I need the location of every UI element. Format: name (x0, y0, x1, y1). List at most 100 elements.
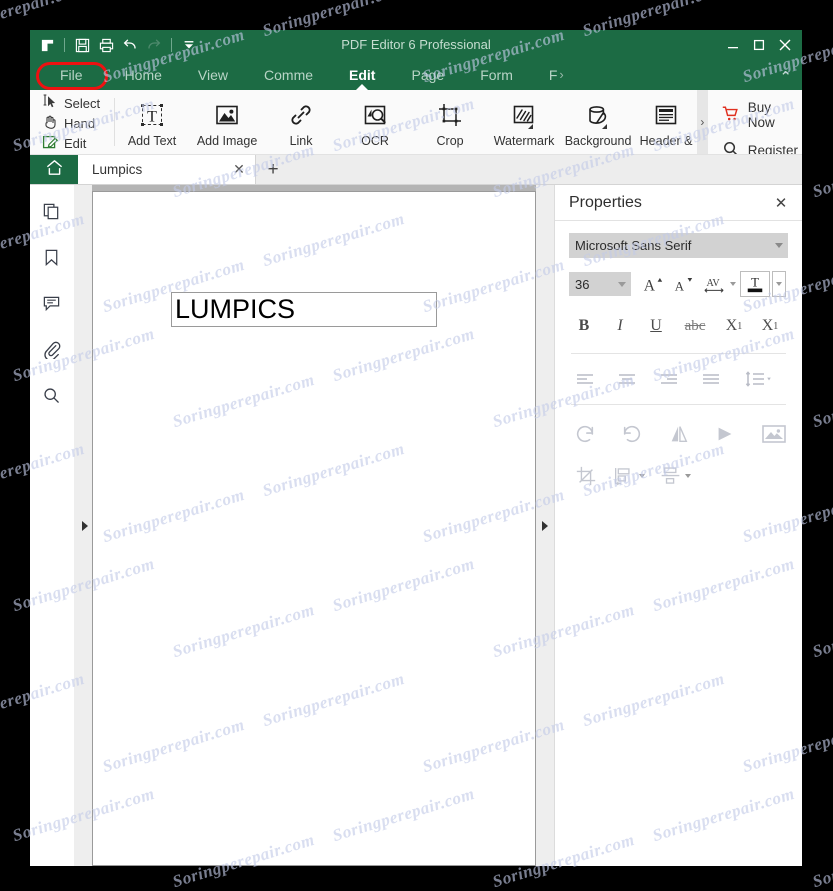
redo-icon[interactable] (143, 34, 165, 56)
ribbon-group-purchase: Buy Now Register (708, 90, 802, 154)
pdf-page[interactable]: LUMPICS (92, 191, 536, 866)
buy-now-button[interactable]: Buy Now (718, 98, 802, 132)
text-style-row: B I U abc X1 X1 (569, 313, 788, 339)
ribbon-tab-home[interactable]: Home (107, 60, 180, 90)
ribbon-button-header-footer[interactable]: Header & (635, 96, 697, 148)
font-size-select[interactable]: 36 (569, 272, 631, 296)
app-menu-icon[interactable] (36, 34, 58, 56)
document-tab-strip: Lumpics ✕ + (30, 155, 802, 185)
transform-row-1 (569, 421, 788, 447)
font-family-caret-icon[interactable] (775, 243, 783, 248)
properties-panel-header: Properties ✕ (555, 185, 802, 221)
search-icon[interactable] (36, 379, 68, 411)
ribbon-button-add-image[interactable]: Add Image (190, 96, 264, 148)
ribbon-button-watermark[interactable]: Watermark (487, 96, 561, 148)
tool-edit[interactable]: Edit (38, 134, 114, 153)
thumbnails-icon[interactable] (36, 195, 68, 227)
ribbon-tab-page[interactable]: Page (393, 60, 462, 90)
increase-font-size-icon[interactable]: A (639, 271, 667, 297)
subscript-marker: 1 (773, 320, 779, 332)
flip-vertical-button[interactable] (666, 421, 691, 447)
minimize-button[interactable] (720, 32, 746, 58)
properties-panel: Properties ✕ Microsoft Sans Serif 36 A A… (554, 185, 802, 866)
save-icon[interactable] (71, 34, 93, 56)
print-icon[interactable] (95, 34, 117, 56)
ribbon-overflow-icon[interactable]: › (697, 90, 708, 154)
ribbon-button-add-text[interactable]: T Add Text (115, 96, 189, 148)
text-object-content: LUMPICS (175, 294, 296, 324)
align-left-button[interactable] (573, 368, 597, 390)
rotate-right-button[interactable] (620, 421, 645, 447)
font-family-select[interactable]: Microsoft Sans Serif (569, 233, 788, 258)
background-dropdown-caret[interactable] (597, 124, 608, 129)
crop-image-button[interactable] (573, 463, 599, 489)
tool-select[interactable]: Select (38, 94, 114, 113)
line-spacing-button[interactable] (741, 368, 775, 390)
close-button[interactable] (772, 32, 798, 58)
home-tab-button[interactable] (30, 155, 78, 184)
ribbon-tab-form[interactable]: Form (462, 60, 531, 90)
undo-icon[interactable] (119, 34, 141, 56)
font-color-dropdown-caret[interactable] (772, 271, 786, 297)
ribbon-tab-comment[interactable]: Comme (246, 60, 331, 90)
properties-panel-close-icon[interactable]: ✕ (770, 192, 792, 214)
strikethrough-button[interactable]: abc (677, 313, 713, 339)
ribbon-tab-file[interactable]: File (42, 60, 101, 90)
customize-qat-icon[interactable] (178, 34, 200, 56)
font-color-icon[interactable]: T (740, 271, 770, 297)
align-center-button[interactable] (615, 368, 639, 390)
right-panel-splitter[interactable] (536, 185, 554, 866)
underline-button[interactable]: U (641, 313, 671, 339)
rotate-left-button[interactable] (573, 421, 598, 447)
align-objects-caret-icon[interactable] (639, 474, 645, 478)
document-tab-close-icon[interactable]: ✕ (231, 161, 247, 178)
attachment-icon[interactable] (36, 333, 68, 365)
svg-text:T: T (147, 109, 157, 126)
right-panel-expand-icon[interactable] (542, 520, 548, 531)
ribbon-tabs-more-icon[interactable]: › (557, 60, 565, 90)
align-justify-button[interactable] (699, 368, 723, 390)
character-spacing-icon[interactable]: AV (699, 271, 738, 297)
italic-button[interactable]: I (605, 313, 635, 339)
ribbon-button-watermark-label: Watermark (493, 134, 555, 148)
superscript-button[interactable]: X1 (719, 313, 749, 339)
ribbon-tab-view[interactable]: View (180, 60, 246, 90)
subscript-button[interactable]: X1 (755, 313, 785, 339)
ribbon-group-mode-tools: Select Hand Edit (30, 90, 114, 154)
decrease-font-size-icon[interactable]: A (669, 271, 697, 297)
align-objects-button[interactable] (613, 463, 645, 489)
distribute-objects-caret-icon[interactable] (685, 474, 691, 478)
flip-horizontal-button[interactable] (713, 421, 738, 447)
watermark-dropdown-caret[interactable] (523, 124, 534, 129)
register-button[interactable]: Register (718, 138, 802, 154)
ribbon-tab-protect[interactable]: F (531, 60, 558, 90)
align-right-button[interactable] (657, 368, 681, 390)
font-size-caret-icon[interactable] (618, 281, 626, 287)
document-canvas[interactable]: LUMPICS (92, 185, 536, 866)
tool-hand[interactable]: Hand (38, 114, 114, 133)
left-panel-splitter[interactable] (74, 185, 92, 866)
character-spacing-caret-icon[interactable] (730, 282, 736, 286)
ribbon-button-link[interactable]: Link (264, 96, 338, 148)
left-panel-expand-icon[interactable] (82, 520, 88, 531)
replace-image-button[interactable] (760, 421, 788, 447)
new-document-tab-button[interactable]: + (256, 155, 290, 184)
home-icon (45, 158, 64, 182)
ribbon-button-background[interactable]: Background (561, 96, 635, 148)
ribbon-tab-edit[interactable]: Edit (331, 60, 393, 90)
distribute-objects-button[interactable] (659, 463, 691, 489)
ribbon-collapse-icon[interactable]: ⌃ (779, 68, 792, 86)
ribbon-button-crop[interactable]: Crop (413, 96, 487, 148)
comment-icon[interactable] (36, 287, 68, 319)
background-icon (583, 99, 613, 131)
ribbon-button-add-image-label: Add Image (196, 134, 258, 148)
qat-divider (64, 38, 65, 52)
bookmark-icon[interactable] (36, 241, 68, 273)
document-tab-lumpics[interactable]: Lumpics ✕ (78, 155, 256, 184)
svg-text:AV: AV (706, 278, 720, 289)
bold-button[interactable]: B (569, 313, 599, 339)
ribbon-button-ocr[interactable]: OCR (338, 96, 412, 148)
font-size-value: 36 (575, 276, 590, 292)
text-object-bounding-box[interactable]: LUMPICS (171, 292, 437, 327)
maximize-button[interactable] (746, 32, 772, 58)
